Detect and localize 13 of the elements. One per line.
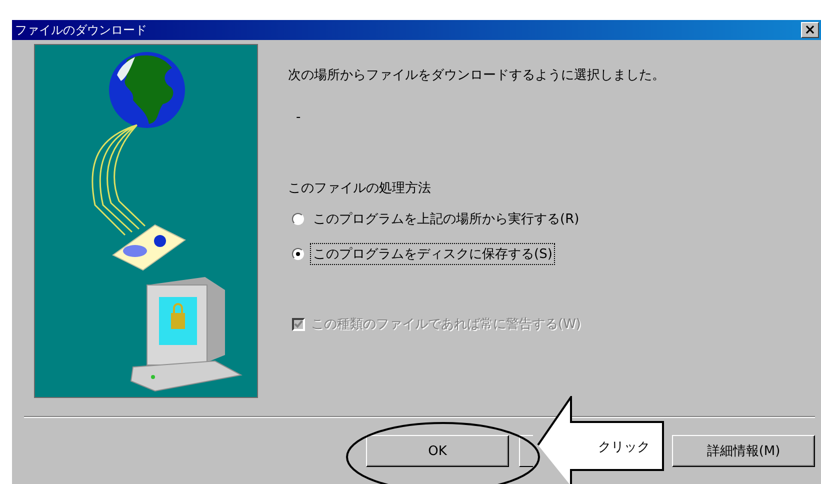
location-text: - [296, 110, 302, 125]
dialog-button[interactable]: OK [366, 435, 509, 467]
dialog-button[interactable]: 詳細情報(M) [672, 435, 815, 467]
radio-label[interactable]: このプログラムを上記の場所から実行する(R) [310, 208, 582, 230]
message-text: 次の場所からファイルをダウンロードするように選択しました。 [288, 67, 665, 84]
window-title: ファイルのダウンロード [15, 22, 147, 38]
radio-label[interactable]: このプログラムをディスクに保存する(S) [310, 243, 556, 265]
radio-button[interactable] [292, 213, 304, 225]
callout-text: クリック [598, 439, 650, 456]
covered-button[interactable] [519, 435, 533, 467]
question-label: このファイルの処理方法 [288, 180, 432, 197]
radio-button[interactable] [292, 248, 304, 260]
close-button[interactable]: × [801, 22, 819, 38]
